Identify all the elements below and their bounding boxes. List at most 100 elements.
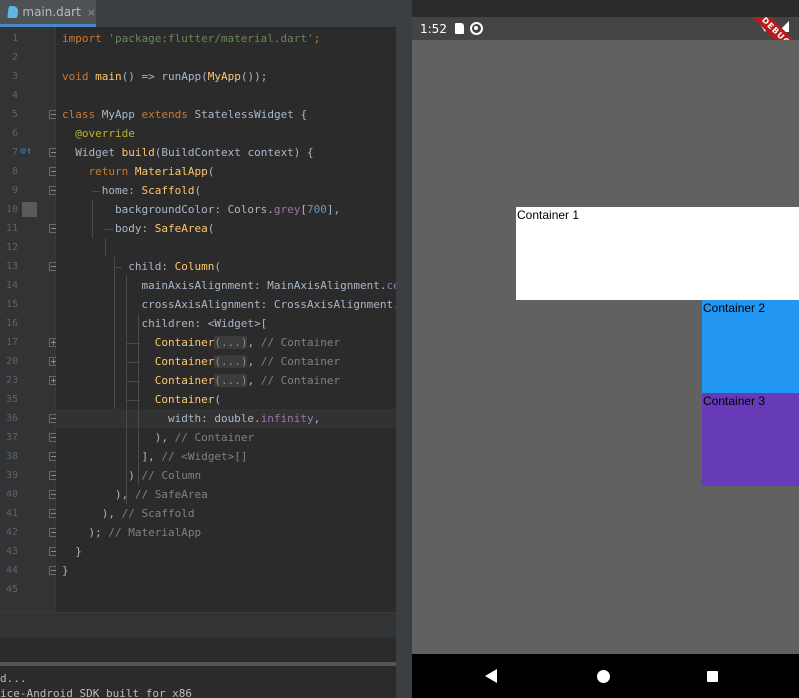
code-token: ; — [313, 32, 321, 45]
line-number: 45 — [5, 584, 18, 595]
line-number: 39 — [5, 470, 18, 481]
line-number: 42 — [5, 527, 18, 538]
code-token: // Container — [260, 336, 341, 349]
override-marker-icon[interactable]: ⊙↑ — [20, 146, 32, 157]
code-token: ), — [62, 488, 135, 501]
code-line: ), // SafeArea — [56, 485, 396, 504]
code-token: @override — [75, 127, 135, 140]
line-number: 20 — [5, 356, 18, 367]
android-nav-bar — [412, 654, 799, 698]
code-token: // SafeArea — [134, 488, 208, 501]
recents-icon[interactable] — [707, 671, 718, 682]
code-line: ), // Container — [56, 428, 396, 447]
close-tab-icon[interactable]: × — [87, 6, 96, 19]
editor-tab-bar: main.dart × — [0, 0, 396, 28]
code-line: home: Scaffold( — [56, 181, 396, 200]
horizontal-scrollbar[interactable] — [0, 612, 396, 638]
code-line: ) // Column — [56, 466, 396, 485]
console-line: ice-Android SDK built for x86 — [0, 687, 193, 698]
dart-file-icon — [7, 5, 19, 19]
line-number: 10 — [5, 204, 18, 215]
code-line: Widget build(BuildContext context) { — [56, 143, 396, 162]
line-number: 17 — [5, 337, 18, 348]
line-number: 8 — [11, 166, 18, 177]
code-token: ], — [62, 450, 162, 463]
line-number: 36 — [5, 413, 18, 424]
line-number: 14 — [5, 280, 18, 291]
code-token: , — [247, 336, 261, 349]
home-icon[interactable] — [597, 670, 610, 683]
line-number: 44 — [5, 565, 18, 576]
code-token: infinity — [260, 412, 314, 425]
code-line: Container(...), // Container — [56, 352, 396, 371]
code-token: ( — [207, 222, 215, 235]
code-token: center — [386, 279, 396, 292]
code-token: // Container — [260, 355, 341, 368]
line-number: 6 — [11, 128, 18, 139]
code-line: } — [56, 561, 396, 580]
line-number: 7 — [11, 147, 18, 158]
code-token: Container — [154, 374, 215, 387]
code-line: void main() => runApp(MyApp()); — [56, 67, 396, 86]
code-token: MyApp — [101, 108, 142, 121]
code-token: 'package:flutter/material.dart' — [108, 32, 314, 45]
code-token: return — [88, 165, 135, 178]
code-token: Column — [174, 260, 215, 273]
android-emulator-screen[interactable]: 1:52 DEBUG Container 1 Container 2 Conta… — [412, 17, 799, 698]
container-2: Container 2 — [702, 300, 799, 393]
code-token: } — [62, 545, 82, 558]
back-icon[interactable] — [485, 669, 497, 683]
line-number: 13 — [5, 261, 18, 272]
line-number: 41 — [5, 508, 18, 519]
container-3: Container 3 — [702, 393, 799, 486]
line-number: 23 — [5, 375, 18, 386]
color-swatch-icon[interactable] — [22, 202, 37, 217]
line-number: 1 — [11, 33, 18, 44]
status-bar: 1:52 — [412, 17, 799, 40]
code-editor[interactable]: import 'package:flutter/material.dart'; v… — [56, 27, 396, 612]
line-number: 9 — [11, 185, 18, 196]
code-token: ), — [62, 507, 122, 520]
indent-guide — [114, 267, 122, 268]
code-token: 700 — [307, 203, 327, 216]
sd-card-icon — [454, 23, 464, 34]
line-number: 12 — [5, 242, 18, 253]
indent-guide — [126, 400, 140, 401]
code-token: // Container — [260, 374, 341, 387]
window-splitter[interactable] — [396, 0, 412, 698]
container-3-label: Container 3 — [703, 394, 766, 408]
ide-editor-pane: main.dart × 1 2 3 4 5 6 7 8 9 10 11 12 13 14 15 16 17 20 2… — [0, 0, 396, 698]
code-token: // Scaffold — [121, 507, 195, 520]
line-number-gutter: 1 2 3 4 5 6 7 8 9 10 11 12 13 14 15 16 17 20 23 35 36 37 38 39 4… — [0, 27, 58, 612]
code-token: Container — [154, 355, 215, 368]
tab-main-dart[interactable]: main.dart × — [0, 0, 96, 27]
code-token: SafeArea — [154, 222, 208, 235]
line-number: 37 — [5, 432, 18, 443]
code-line: class MyApp extends StatelessWidget { — [56, 105, 396, 124]
code-line: Container(...), // Container — [56, 371, 396, 390]
console-line: d... — [0, 672, 27, 685]
line-number: 43 — [5, 546, 18, 557]
code-token: ( — [214, 260, 221, 273]
code-token: () => runApp( — [121, 70, 208, 83]
code-line: Container( — [56, 390, 396, 409]
code-token: (...) — [214, 336, 248, 349]
code-line: Container(...), // Container — [56, 333, 396, 352]
indent-guide — [105, 229, 113, 230]
code-line: backgroundColor: Colors.grey[700], — [56, 200, 396, 219]
code-line: child: Column( — [56, 257, 396, 276]
code-token: ), — [62, 431, 175, 444]
code-token: ( — [214, 393, 221, 406]
line-number: 11 — [5, 223, 18, 234]
code-token: children: <Widget>[ — [62, 317, 268, 330]
code-line: return MaterialApp( — [56, 162, 396, 181]
container-1: Container 1 — [516, 207, 799, 300]
code-token: // MaterialApp — [108, 526, 202, 539]
indent-guide — [126, 343, 140, 344]
code-line: import 'package:flutter/material.dart'; — [56, 29, 396, 48]
line-number: 4 — [11, 90, 18, 101]
code-token: ()); — [240, 70, 268, 83]
